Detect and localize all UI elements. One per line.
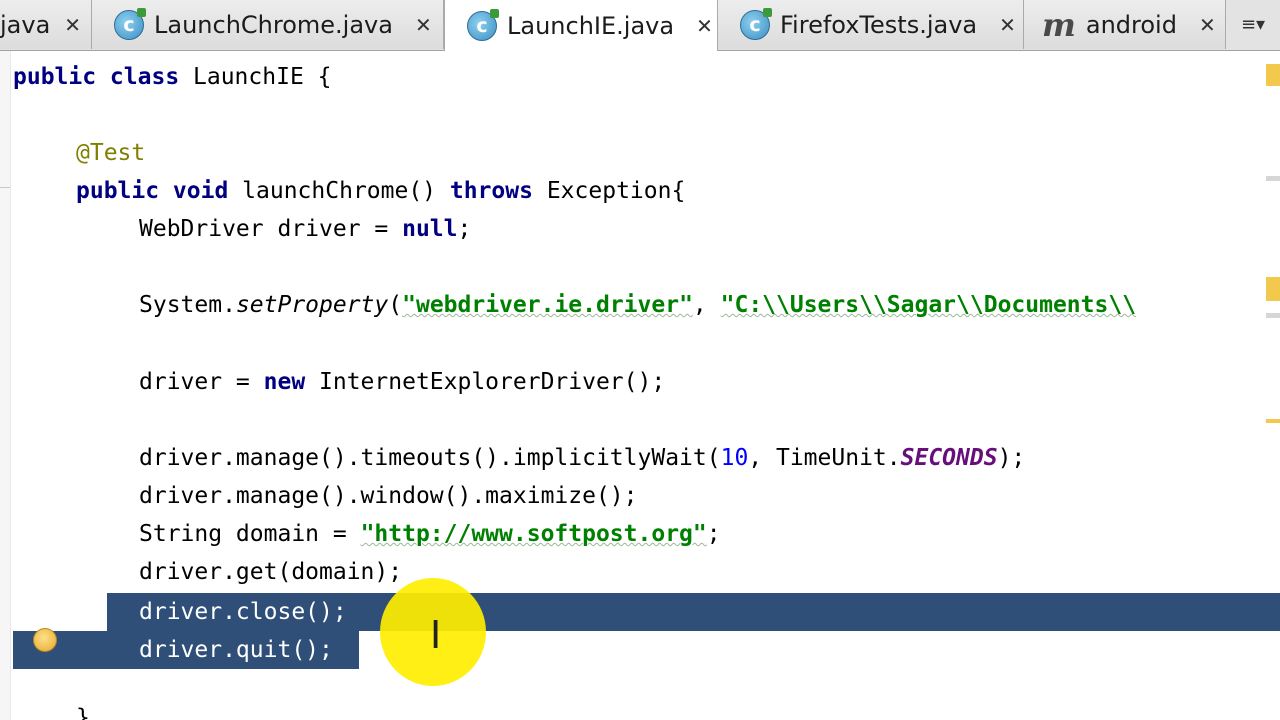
tab-launchie[interactable]: c LaunchIE.java ✕: [444, 0, 718, 51]
module-icon: m: [1042, 5, 1076, 44]
tab-android[interactable]: m android ✕: [1024, 0, 1226, 49]
warning-marker[interactable]: [1266, 277, 1280, 301]
tab-label: FirefoxTests.java: [780, 10, 978, 39]
code-line: String domain = "http://www.softpost.org…: [139, 521, 721, 547]
close-icon[interactable]: ✕: [999, 13, 1016, 37]
tab-list-menu-icon[interactable]: ≡▾: [1226, 0, 1280, 49]
java-class-icon: c: [740, 7, 772, 40]
code-line: System.setProperty("webdriver.ie.driver"…: [139, 292, 1137, 318]
fold-marker[interactable]: [0, 187, 10, 194]
scroll-marker[interactable]: [1266, 313, 1280, 318]
code-editor[interactable]: public class LaunchIE { @Test public voi…: [0, 51, 1280, 720]
code-line: driver.get(domain);: [139, 559, 403, 585]
tab-firefoxtests[interactable]: c FirefoxTests.java ✕: [718, 0, 1024, 49]
java-class-icon: c: [467, 8, 499, 41]
close-icon[interactable]: ✕: [696, 14, 713, 38]
text-cursor-icon: I: [430, 613, 442, 657]
close-icon[interactable]: ✕: [64, 13, 81, 37]
scroll-marker[interactable]: [1266, 176, 1280, 181]
lightbulb-icon[interactable]: [33, 628, 57, 652]
tab-label: LaunchIE.java: [507, 11, 675, 40]
close-icon[interactable]: ✕: [1199, 13, 1216, 37]
tab-launchchrome[interactable]: c LaunchChrome.java ✕: [92, 0, 444, 49]
tab-label: LaunchChrome.java: [154, 10, 393, 39]
code-line: driver.quit();: [139, 637, 333, 663]
warning-marker[interactable]: [1266, 419, 1280, 423]
java-class-icon: c: [114, 7, 146, 40]
close-icon[interactable]: ✕: [415, 13, 432, 37]
code-line: driver.manage().window().maximize();: [139, 483, 638, 509]
selection-highlight: [13, 631, 107, 669]
code-line: }: [76, 705, 90, 720]
code-line: public class LaunchIE {: [13, 64, 332, 90]
tab-label: java: [0, 10, 51, 39]
warning-marker[interactable]: [1266, 64, 1280, 86]
tab-java[interactable]: java ✕: [0, 0, 92, 49]
code-line: public void launchChrome() throws Except…: [76, 178, 686, 204]
code-line: driver.close();: [139, 599, 347, 625]
editor-gutter: [0, 51, 11, 720]
code-line: WebDriver driver = null;: [139, 216, 472, 242]
code-line: @Test: [76, 140, 146, 166]
code-line: driver = new InternetExplorerDriver();: [139, 369, 666, 395]
code-line: driver.manage().timeouts().implicitlyWai…: [139, 445, 1026, 471]
tab-label: android: [1085, 10, 1177, 39]
editor-tab-bar: java ✕ c LaunchChrome.java ✕ c LaunchIE.…: [0, 0, 1280, 51]
